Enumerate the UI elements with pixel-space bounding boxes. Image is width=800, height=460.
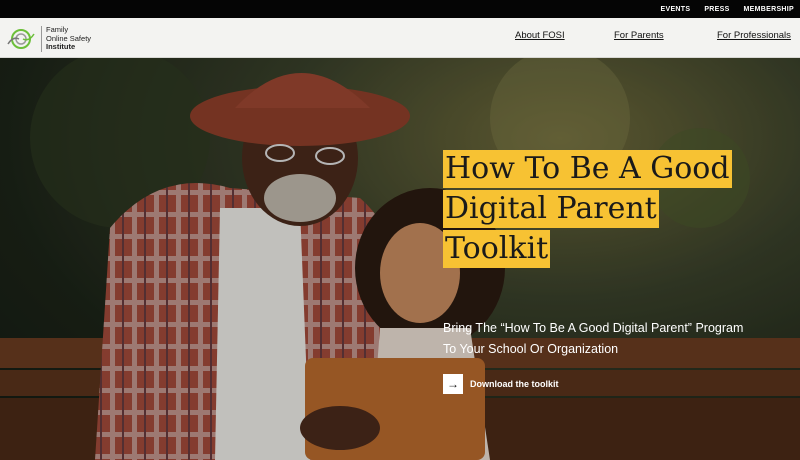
logo-icon [5,28,37,50]
cta-label: Download the toolkit [470,379,559,389]
subtitle-line-1: Bring The “How To Be A Good Digital Pare… [443,321,744,335]
download-toolkit-button[interactable]: → Download the toolkit [443,374,559,394]
main-nav: Family Online Safety Institute About FOS… [0,18,800,58]
hero-subtitle: Bring The “How To Be A Good Digital Pare… [443,318,773,360]
nav-professionals-link[interactable]: For Professionals [717,30,791,41]
subtitle-line-2: To Your School Or Organization [443,342,619,356]
press-link[interactable]: PRESS [704,6,729,13]
hero-section: How To Be A Good Digital Parent Toolkit … [0,58,800,460]
nav-parents-link[interactable]: For Parents [614,30,664,41]
arrow-right-icon: → [443,374,463,394]
membership-link[interactable]: MEMBERSHIP [744,6,794,13]
headline-line-3: Toolkit [443,230,551,268]
headline-line-1: How To Be A Good [443,150,732,188]
events-link[interactable]: EVENTS [661,6,691,13]
utility-bar: EVENTS PRESS MEMBERSHIP [0,0,800,18]
logo-line-3: Institute [46,42,76,51]
nav-about-link[interactable]: About FOSI [515,30,565,41]
fosi-logo[interactable]: Family Online Safety Institute [5,25,91,52]
logo-wordmark: Family Online Safety Institute [41,25,91,52]
hero-headline: How To Be A Good Digital Parent Toolkit [443,150,743,270]
headline-line-2: Digital Parent [443,190,659,228]
